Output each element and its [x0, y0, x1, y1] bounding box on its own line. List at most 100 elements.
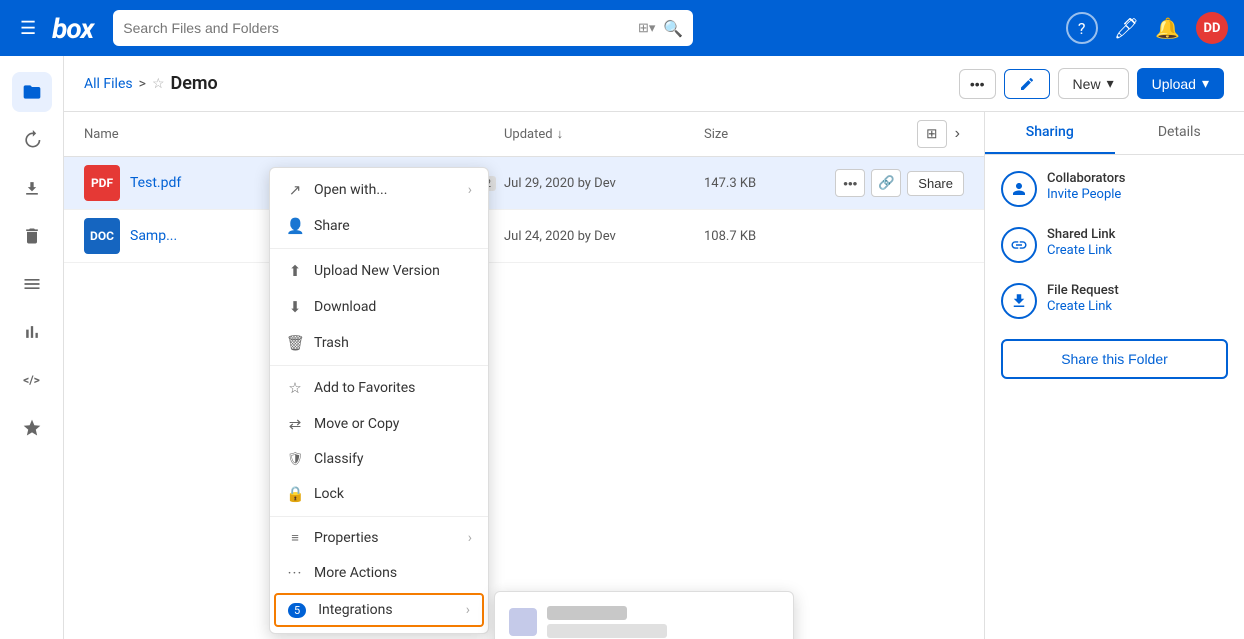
- properties-icon: ≡: [286, 530, 304, 546]
- logo: box: [52, 12, 93, 45]
- integrations-arrow-icon: ›: [466, 602, 470, 618]
- file-size: 108.7 KB: [704, 229, 804, 244]
- favorites-icon: ☆: [286, 379, 304, 397]
- menu-icon[interactable]: ☰: [16, 14, 40, 43]
- classify-icon: 🛡: [286, 452, 304, 467]
- notifications-icon[interactable]: 🔔: [1155, 16, 1180, 40]
- sidebar-item-files[interactable]: [12, 72, 52, 112]
- column-view-toggle: ⊞ ›: [804, 120, 964, 148]
- view-toggle: ⊞ ›: [917, 120, 964, 148]
- file-icon-pdf: PDF: [84, 165, 120, 201]
- submenu-blur-item-1: [495, 596, 793, 639]
- ctx-lock[interactable]: 🔒 Lock: [270, 476, 488, 512]
- main-area: All Files > ☆ Demo ••• New ▾ Upload ▾: [64, 56, 1244, 639]
- panel-shared-link: Shared Link Create Link: [1001, 227, 1228, 263]
- layout: </> All Files > ☆ Demo ••• New ▾: [0, 56, 1244, 639]
- invite-people-link[interactable]: Invite People: [1047, 187, 1121, 202]
- ctx-add-to-favorites[interactable]: ☆ Add to Favorites: [270, 370, 488, 406]
- ctx-share[interactable]: 👤 Share: [270, 208, 488, 244]
- column-updated[interactable]: Updated ↓: [504, 126, 704, 142]
- ctx-share-label: Share: [314, 218, 350, 234]
- expand-button[interactable]: ›: [951, 125, 964, 143]
- search-bar[interactable]: ⊞▾ 🔍: [113, 10, 693, 46]
- ctx-upload-new-version[interactable]: ⬆ Upload New Version: [270, 253, 488, 289]
- shared-link-text: Shared Link Create Link: [1047, 227, 1228, 258]
- breadcrumb-star[interactable]: ☆: [152, 76, 165, 92]
- file-size: 147.3 KB: [704, 176, 804, 191]
- ctx-upload-label: Upload New Version: [314, 263, 440, 279]
- create-file-request-link[interactable]: Create Link: [1047, 299, 1112, 314]
- search-icon[interactable]: 🔍: [663, 19, 683, 38]
- upload-button[interactable]: Upload ▾: [1137, 68, 1224, 99]
- trash-icon: 🗑: [286, 334, 304, 352]
- file-updated: Jul 29, 2020 by Dev: [504, 176, 704, 191]
- ctx-open-with-label: Open with...: [314, 182, 387, 198]
- ctx-open-with[interactable]: ↗ Open with... ›: [270, 172, 488, 208]
- ctx-download[interactable]: ⬇ Download: [270, 289, 488, 325]
- ctx-classify[interactable]: 🛡 Classify: [270, 442, 488, 476]
- grid-view-button[interactable]: ⊞: [917, 120, 947, 148]
- submenu-icon-1: [509, 608, 537, 636]
- tab-sharing[interactable]: Sharing: [985, 112, 1115, 154]
- ctx-lock-label: Lock: [314, 486, 344, 502]
- tasks-icon[interactable]: 🖊: [1114, 16, 1139, 40]
- context-menu: ↗ Open with... › 👤 Share ⬆ Upload New Ve…: [269, 167, 489, 634]
- upload-arrow-icon: ▾: [1202, 75, 1209, 92]
- integrations-submenu: A Send with Adobe Sign: [494, 591, 794, 639]
- ctx-classify-label: Classify: [314, 451, 363, 467]
- file-request-icon: [1001, 283, 1037, 319]
- sidebar-item-trash[interactable]: [12, 216, 52, 256]
- more-actions-icon: ···: [286, 564, 304, 582]
- share-folder-button[interactable]: Share this Folder: [1001, 339, 1228, 379]
- panel-collaborators: Collaborators Invite People: [1001, 171, 1228, 207]
- annotate-button[interactable]: [1004, 69, 1050, 99]
- ctx-integrations[interactable]: 5 Integrations ›: [274, 593, 484, 627]
- ctx-more-actions-label: More Actions: [314, 565, 397, 581]
- ctx-favorites-label: Add to Favorites: [314, 380, 415, 396]
- upload-icon: ⬆: [286, 262, 304, 280]
- new-button[interactable]: New ▾: [1058, 68, 1129, 99]
- sidebar-item-tasks[interactable]: [12, 264, 52, 304]
- file-list: Name Updated ↓ Size ⊞ › PDF: [64, 112, 984, 639]
- blur-text-1a: [547, 606, 627, 620]
- open-with-icon: ↗: [286, 181, 304, 199]
- file-more-button[interactable]: •••: [835, 169, 865, 197]
- tab-details[interactable]: Details: [1115, 112, 1244, 154]
- ctx-properties-label: Properties: [314, 530, 378, 546]
- ctx-more-actions[interactable]: ··· More Actions: [270, 555, 488, 591]
- column-size: Size: [704, 127, 804, 142]
- download-icon: ⬇: [286, 298, 304, 316]
- file-row[interactable]: DOC Samp... Jul 24, 2020 by Dev 108.7 KB: [64, 210, 984, 263]
- ctx-trash[interactable]: 🗑 Trash: [270, 325, 488, 361]
- header: ☰ box ⊞▾ 🔍 ? 🖊 🔔 DD: [0, 0, 1244, 56]
- more-options-button[interactable]: •••: [959, 69, 996, 99]
- sidebar-item-recents[interactable]: [12, 120, 52, 160]
- file-request-title: File Request: [1047, 283, 1228, 298]
- breadcrumb-separator: >: [139, 76, 146, 92]
- sidebar-item-dev[interactable]: </>: [12, 360, 52, 400]
- search-filter-icon[interactable]: ⊞▾: [638, 21, 655, 36]
- ctx-move-or-copy[interactable]: ⇄ Move or Copy: [270, 406, 488, 442]
- toolbar-actions: ••• New ▾ Upload ▾: [959, 68, 1224, 99]
- sidebar-item-starred[interactable]: [12, 408, 52, 448]
- file-share-button[interactable]: Share: [907, 171, 964, 196]
- share-icon: 👤: [286, 217, 304, 235]
- create-shared-link[interactable]: Create Link: [1047, 243, 1112, 258]
- content-area: Name Updated ↓ Size ⊞ › PDF: [64, 112, 1244, 639]
- file-icon-doc: DOC: [84, 218, 120, 254]
- avatar[interactable]: DD: [1196, 12, 1228, 44]
- file-link-button[interactable]: 🔗: [871, 169, 901, 197]
- header-actions: ? 🖊 🔔 DD: [1066, 12, 1228, 44]
- breadcrumb-all-files[interactable]: All Files: [84, 76, 133, 92]
- blur-text-1b: [547, 624, 667, 638]
- sidebar-item-downloads[interactable]: [12, 168, 52, 208]
- file-row[interactable]: PDF Test.pdf v2 Jul 29, 2020 by Dev 147.…: [64, 157, 984, 210]
- ctx-properties[interactable]: ≡ Properties ›: [270, 521, 488, 555]
- help-icon[interactable]: ?: [1066, 12, 1098, 44]
- properties-arrow-icon: ›: [468, 530, 472, 546]
- right-panel: Sharing Details Collaborators Invite Peo…: [984, 112, 1244, 639]
- search-input[interactable]: [123, 20, 638, 36]
- panel-tabs: Sharing Details: [985, 112, 1244, 155]
- sidebar-item-analytics[interactable]: [12, 312, 52, 352]
- ctx-download-label: Download: [314, 299, 376, 315]
